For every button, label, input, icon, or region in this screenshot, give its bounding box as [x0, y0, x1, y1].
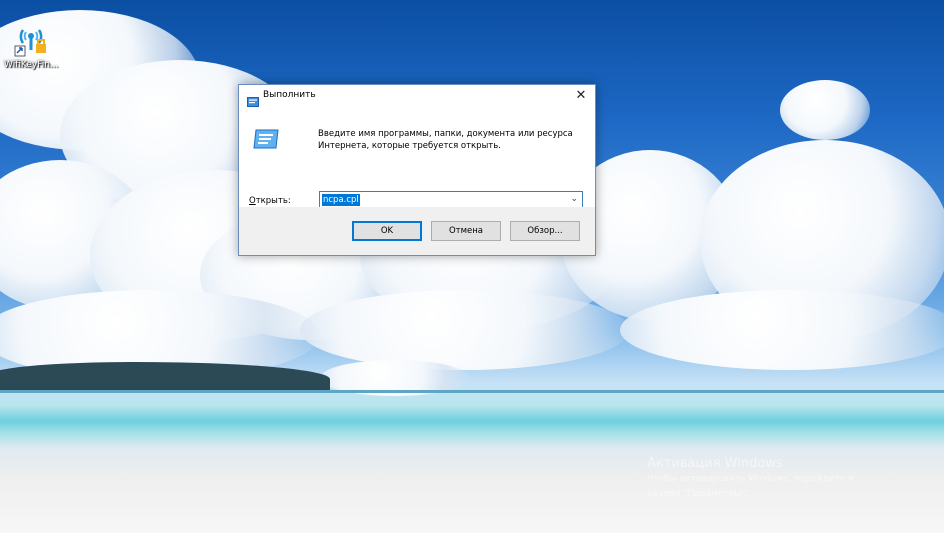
dialog-description: Введите имя программы, папки, документа …: [318, 129, 573, 151]
cancel-button[interactable]: Отмена: [431, 221, 501, 241]
title-bar[interactable]: Выполнить ✕: [239, 85, 595, 109]
desktop-icon-label: WifiKeyFin...: [4, 60, 59, 70]
close-button[interactable]: ✕: [567, 85, 595, 107]
open-label: Открыть:: [249, 196, 291, 206]
dialog-title: Выполнить: [263, 90, 316, 100]
dialog-footer: OK Отмена Обзор...: [239, 207, 595, 255]
open-label-accesskey: О: [249, 196, 256, 206]
cloud: [620, 290, 944, 370]
browse-button[interactable]: Обзор...: [510, 221, 580, 241]
run-icon: [253, 129, 279, 153]
island: [0, 362, 330, 392]
desktop: WifiKeyFin... Выполнить ✕ Введите имя пр…: [0, 0, 944, 533]
dialog-body: Введите имя программы, папки, документа …: [239, 109, 595, 209]
chevron-down-icon[interactable]: ⌄: [570, 194, 578, 204]
wifi-key-finder-icon: [13, 22, 49, 58]
ok-button[interactable]: OK: [352, 221, 422, 241]
horizon: [0, 390, 944, 393]
cloud: [300, 290, 630, 370]
open-label-text: ткрыть:: [255, 196, 291, 206]
activation-watermark: Активация Windows Чтобы активировать Win…: [647, 456, 854, 501]
desktop-icon-wifikeyfinder[interactable]: WifiKeyFin...: [4, 22, 59, 70]
watermark-line2: раздел "Параметры".: [647, 489, 749, 499]
run-dialog: Выполнить ✕ Введите имя программы, папки…: [238, 84, 596, 256]
cloud: [780, 80, 870, 140]
watermark-title: Активация Windows: [647, 456, 783, 471]
watermark-line1: Чтобы активировать Windows, перейдите в: [647, 474, 854, 484]
close-icon: ✕: [575, 88, 587, 103]
command-input-value: ncpa.cpl: [322, 194, 360, 206]
